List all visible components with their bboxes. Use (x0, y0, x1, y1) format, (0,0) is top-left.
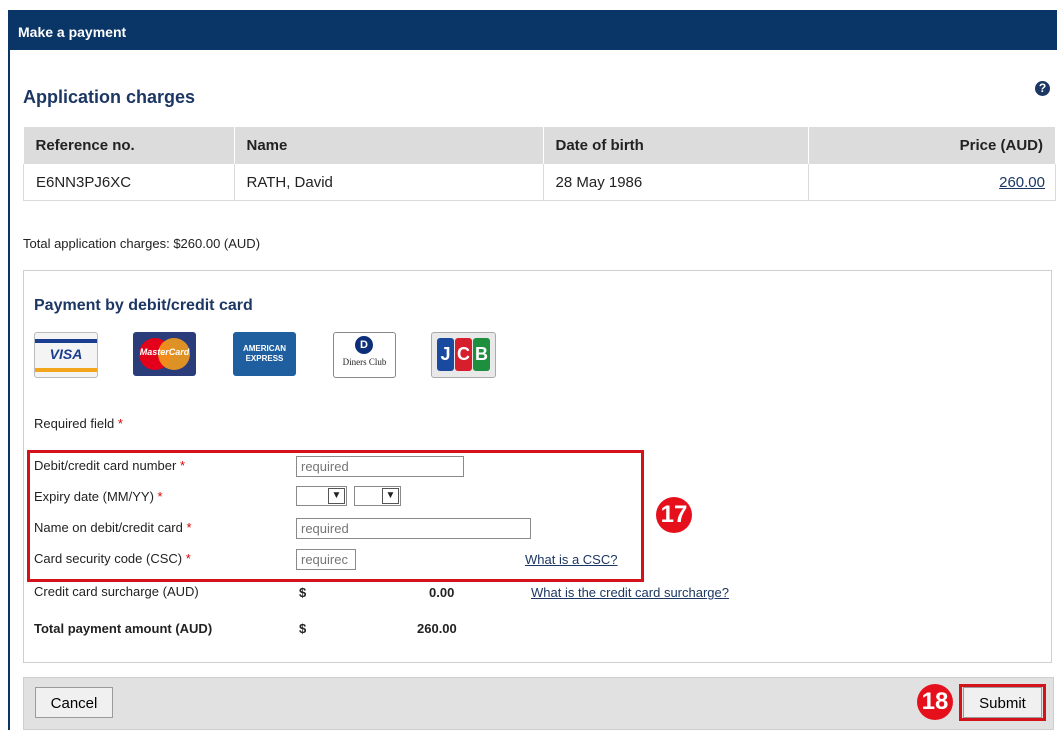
mastercard-logo: MasterCard (133, 332, 196, 376)
chevron-down-icon: ▼ (328, 488, 345, 504)
cell-price: 260.00 (807, 164, 1056, 201)
required-field-note: Required field * (34, 416, 123, 431)
card-name-input[interactable] (296, 518, 531, 539)
total-charges-text: Total application charges: $260.00 (AUD) (23, 236, 261, 251)
cell-name: RATH, David (233, 164, 544, 201)
amex-logo: AMERICAN EXPRESS (233, 332, 296, 376)
cell-dob: 28 May 1986 (542, 164, 809, 201)
step-marker-18: 18 (917, 684, 953, 720)
page-title: Make a payment (18, 24, 127, 40)
column-header-reference: Reference no. (23, 127, 235, 164)
column-header-price: Price (AUD) (808, 127, 1056, 164)
column-header-name: Name (234, 127, 544, 164)
visa-logo: VISA (34, 332, 98, 378)
diners-club-logo: D Diners Club (333, 332, 396, 378)
expiry-date-label: Expiry date (MM/YY) * (34, 489, 163, 504)
jcb-logo: J C B (431, 332, 496, 378)
price-link[interactable]: 260.00 (999, 174, 1045, 191)
page-header: Make a payment (10, 10, 1057, 50)
help-icon[interactable]: ? (1035, 81, 1050, 96)
surcharge-value: 0.00 (429, 585, 455, 600)
chevron-down-icon: ▼ (382, 488, 399, 504)
table-row: E6NN3PJ6XC RATH, David 28 May 1986 260.0… (23, 164, 1056, 201)
table-header-row: Reference no. Name Date of birth Price (… (23, 127, 1056, 164)
csc-label: Card security code (CSC) * (34, 551, 191, 566)
cancel-button[interactable]: Cancel (35, 687, 113, 718)
expiry-year-select[interactable]: ▼ (354, 486, 401, 506)
card-name-label: Name on debit/credit card * (34, 520, 192, 535)
section-title: Application charges (23, 87, 196, 107)
surcharge-info-link[interactable]: What is the credit card surcharge? (531, 585, 729, 600)
payment-title: Payment by debit/credit card (34, 297, 253, 314)
what-is-csc-link[interactable]: What is a CSC? (525, 552, 617, 567)
cell-reference: E6NN3PJ6XC (23, 164, 235, 201)
surcharge-currency: $ (299, 585, 307, 600)
charges-table: Reference no. Name Date of birth Price (… (23, 127, 1056, 201)
column-header-dob: Date of birth (543, 127, 809, 164)
card-number-label: Debit/credit card number * (34, 458, 186, 473)
action-bar (23, 677, 1054, 730)
surcharge-label: Credit card surcharge (AUD) (34, 584, 199, 599)
total-payment-label: Total payment amount (AUD) (34, 621, 213, 636)
card-number-input[interactable] (296, 456, 464, 477)
csc-input[interactable] (296, 549, 356, 570)
total-payment-currency: $ (299, 621, 307, 636)
expiry-month-select[interactable]: ▼ (296, 486, 347, 506)
submit-button[interactable]: Submit (963, 687, 1042, 718)
left-border (8, 10, 10, 730)
step-marker-17: 17 (656, 497, 692, 533)
total-payment-value: 260.00 (417, 621, 457, 636)
